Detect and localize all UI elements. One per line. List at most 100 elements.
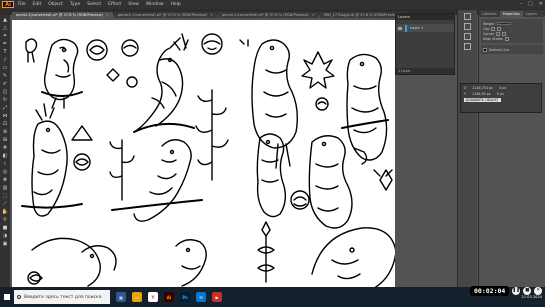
- tab-libraries[interactable]: Libraries: [479, 11, 500, 17]
- align-center-icon[interactable]: [504, 36, 509, 41]
- minimize-icon[interactable]: –: [520, 1, 523, 7]
- round-join-icon[interactable]: [502, 31, 507, 36]
- yandex-browser-icon[interactable]: Y: [148, 292, 158, 302]
- screen-mode-icon[interactable]: ▣: [1, 240, 9, 247]
- x-label: X: [464, 86, 467, 90]
- width-tool-icon[interactable]: ⋈: [1, 112, 9, 119]
- start-button[interactable]: [0, 287, 14, 307]
- menu-effect[interactable]: Effect: [108, 2, 121, 7]
- blend-tool-icon[interactable]: ◎: [1, 168, 9, 175]
- stop-icon[interactable]: ■: [523, 286, 532, 295]
- visibility-eye-icon[interactable]: [398, 26, 402, 30]
- pen-tool-icon[interactable]: ✒: [1, 40, 9, 47]
- symbol-sprayer-tool-icon[interactable]: ❋: [1, 176, 9, 183]
- document-tab-1[interactable]: parrot-1(converted).ai* @ 37.8 % (RGB/Pr…: [12, 12, 113, 18]
- menu-type[interactable]: Type: [70, 2, 80, 7]
- collapsed-panel-strip: [457, 10, 477, 287]
- menubar: Ai File Edit Object Type Select Effect V…: [0, 0, 545, 9]
- close-tab-icon[interactable]: ✕: [312, 13, 315, 17]
- task-view-icon[interactable]: ▦: [116, 292, 126, 302]
- menu-edit[interactable]: Edit: [33, 2, 42, 7]
- type-tool-icon[interactable]: T: [1, 48, 9, 55]
- illustrator-taskbar-icon[interactable]: Ai: [164, 292, 174, 302]
- magic-wand-tool-icon[interactable]: ✦: [1, 32, 9, 39]
- menu-select[interactable]: Select: [87, 2, 101, 7]
- rotate-tool-icon[interactable]: ↻: [1, 96, 9, 103]
- eyedropper-tool-icon[interactable]: ⌇: [1, 160, 9, 167]
- shape-builder-tool-icon[interactable]: ⊕: [1, 128, 9, 135]
- close-recording-icon[interactable]: ✕: [534, 286, 543, 295]
- direct-selection-tool-icon[interactable]: △: [1, 24, 9, 31]
- maximize-icon[interactable]: □: [528, 1, 533, 7]
- menu-file[interactable]: File: [18, 2, 26, 7]
- right-panel-tabs: Libraries Properties Layers: [479, 10, 545, 17]
- close-icon[interactable]: ✕: [539, 1, 543, 7]
- dashed-line-checkbox[interactable]: [483, 47, 487, 52]
- swatches-panel-icon[interactable]: [464, 23, 471, 30]
- free-transform-tool-icon[interactable]: ⊡: [1, 120, 9, 127]
- recording-timer: 00:02:04: [470, 285, 510, 296]
- tab-layers[interactable]: Layers: [523, 11, 540, 17]
- dashed-line-label: Dashed Line: [489, 47, 510, 52]
- windows-taskbar: Введите здесь текст для поиска ▦ ▭ Y Ai …: [0, 287, 545, 307]
- paintbrush-tool-icon[interactable]: ✎: [1, 72, 9, 79]
- x-value[interactable]: 1246,754 px: [472, 86, 493, 90]
- fill-stroke-icon[interactable]: ■: [1, 224, 9, 231]
- media-icon[interactable]: ▶: [212, 292, 222, 302]
- gradient-tool-icon[interactable]: ◧: [1, 152, 9, 159]
- artboard-tool-icon[interactable]: ⬚: [1, 192, 9, 199]
- layer-name[interactable]: Layer 1: [410, 26, 423, 30]
- y-label: Y: [464, 92, 467, 96]
- dashed-line-row: Dashed Line: [483, 47, 541, 52]
- butt-cap-icon[interactable]: [491, 26, 496, 31]
- brushes-panel-icon[interactable]: [464, 33, 471, 40]
- line-tool-icon[interactable]: /: [1, 56, 9, 63]
- layer-row[interactable]: Layer 1: [396, 24, 454, 32]
- w-value[interactable]: 0 px: [499, 86, 506, 90]
- rectangle-tool-icon[interactable]: ▭: [1, 64, 9, 71]
- menu-window[interactable]: Window: [146, 2, 164, 7]
- weight-input[interactable]: [496, 21, 511, 26]
- round-cap-icon[interactable]: [497, 26, 502, 31]
- eraser-tool-icon[interactable]: ◫: [1, 88, 9, 95]
- document-tab-2[interactable]: parrot2-1(converted).ai* @ 37.8 % (RGB/P…: [113, 12, 218, 18]
- mesh-tool-icon[interactable]: #: [1, 144, 9, 151]
- graph-tool-icon[interactable]: ▥: [1, 184, 9, 191]
- document-tab-3[interactable]: parrot-1(converted).ai* @ 37.8 % (RGB/Pr…: [218, 12, 319, 18]
- parrot-illustration-7: [256, 133, 310, 218]
- photoshop-taskbar-icon[interactable]: Ps: [180, 292, 190, 302]
- taskbar-search[interactable]: Введите здесь текст для поиска: [14, 290, 110, 304]
- symbols-panel-icon[interactable]: [464, 43, 471, 50]
- menu-view[interactable]: View: [128, 2, 139, 7]
- menu-object[interactable]: Object: [48, 2, 63, 7]
- menu-help[interactable]: Help: [171, 2, 181, 7]
- selection-tool-icon[interactable]: ▲: [1, 16, 9, 23]
- tab-properties[interactable]: Properties: [499, 11, 523, 17]
- scale-tool-icon[interactable]: ⤢: [1, 104, 9, 111]
- hand-tool-icon[interactable]: ✋: [1, 208, 9, 215]
- y-value[interactable]: 1106,99 px: [472, 92, 491, 96]
- zoom-tool-icon[interactable]: ⚲: [1, 216, 9, 223]
- bottom-row-art: [27, 221, 395, 287]
- cap-label: Cap: [483, 26, 490, 31]
- h-value[interactable]: 0 px: [497, 92, 504, 96]
- pause-icon[interactable]: ❚❚: [512, 286, 521, 295]
- color-panel-icon[interactable]: [464, 13, 471, 20]
- add-object-badge[interactable]: ДОБАВИТЬ ОБЪЕКТ: [464, 98, 501, 102]
- artboard-canvas[interactable]: [12, 20, 395, 287]
- miter-join-icon[interactable]: [496, 31, 501, 36]
- pencil-tool-icon[interactable]: ✐: [1, 80, 9, 87]
- tools-panel: ▲ △ ✦ ✒ T / ▭ ✎ ✐ ◫ ↻ ⤢ ⋈ ⊡ ⊕ ⊞ # ◧ ⌇ ◎ …: [0, 15, 10, 287]
- file-explorer-icon[interactable]: ▭: [132, 292, 142, 302]
- slice-tool-icon[interactable]: ⟋: [1, 200, 9, 207]
- tab-label: parrot-1(converted).ai* @ 37.8 % (RGB/Pr…: [16, 13, 103, 17]
- close-tab-icon[interactable]: ✕: [106, 13, 109, 17]
- corner-label: Corner: [483, 31, 495, 36]
- properties-panel: Libraries Properties Layers Weight Cap C…: [478, 10, 545, 287]
- drawing-modes-icon[interactable]: ◑: [1, 232, 9, 239]
- close-tab-icon[interactable]: ✕: [210, 13, 213, 17]
- perspective-grid-tool-icon[interactable]: ⊞: [1, 136, 9, 143]
- mail-icon[interactable]: ✉: [196, 292, 206, 302]
- badge-ornaments: [71, 125, 93, 171]
- layers-panel-title[interactable]: Layers: [398, 15, 410, 19]
